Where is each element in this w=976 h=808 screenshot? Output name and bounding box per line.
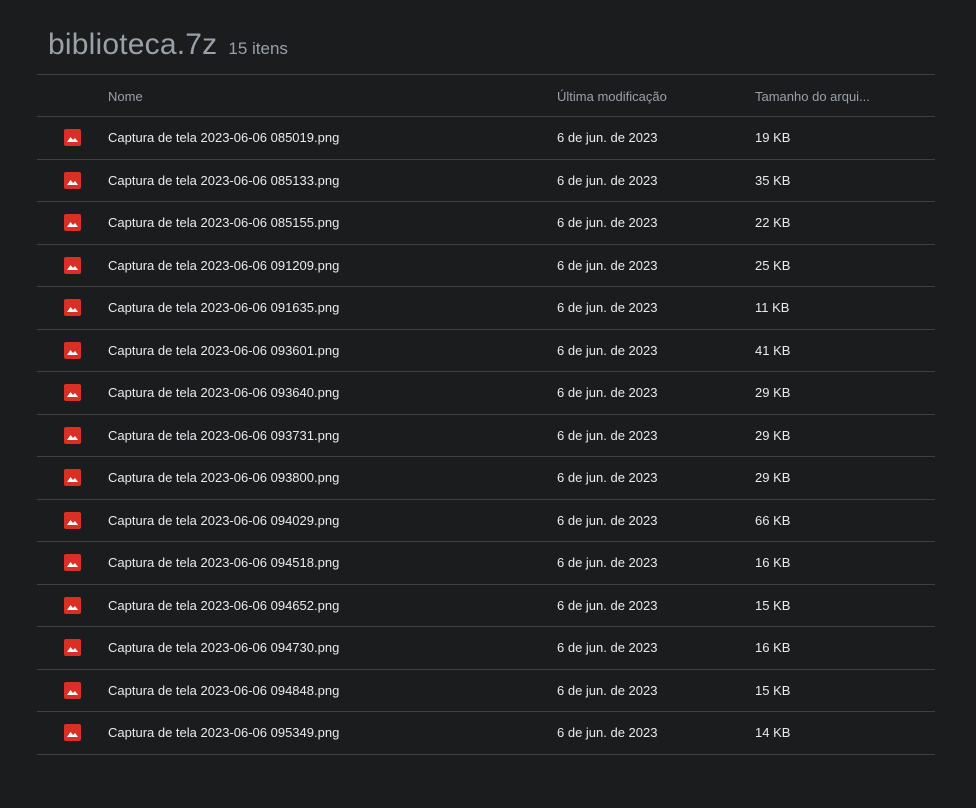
file-size: 25 KB (755, 257, 791, 273)
file-row[interactable]: Captura de tela 2023-06-06 093800.png 6 … (37, 457, 935, 500)
file-row[interactable]: Captura de tela 2023-06-06 095349.png 6 … (37, 712, 935, 755)
file-name: Captura de tela 2023-06-06 085019.png (108, 130, 340, 145)
file-size: 22 KB (755, 215, 791, 230)
file-modified: 6 de jun. de 2023 (557, 555, 658, 570)
file-size: 15 KB (755, 682, 791, 698)
archive-title: biblioteca.7z (48, 28, 218, 61)
file-name: Captura de tela 2023-06-06 091635.png (108, 300, 340, 315)
file-table: Nome Última modificação Tamanho do arqui… (37, 74, 935, 755)
file-size: 19 KB (755, 130, 791, 145)
file-size: 41 KB (755, 342, 791, 358)
file-size: 29 KB (755, 470, 791, 485)
file-row[interactable]: Captura de tela 2023-06-06 091635.png 6 … (37, 287, 935, 330)
column-header-name[interactable]: Nome (108, 89, 143, 104)
file-name: Captura de tela 2023-06-06 093640.png (108, 385, 340, 400)
file-name: Captura de tela 2023-06-06 094848.png (108, 682, 340, 698)
file-modified: 6 de jun. de 2023 (557, 725, 658, 740)
file-name: Captura de tela 2023-06-06 094029.png (108, 512, 340, 528)
image-file-icon (64, 426, 81, 444)
file-modified: 6 de jun. de 2023 (557, 342, 658, 358)
file-modified: 6 de jun. de 2023 (557, 682, 658, 698)
image-file-icon (64, 384, 81, 401)
image-file-icon (64, 256, 81, 274)
file-size: 16 KB (755, 640, 791, 655)
archive-viewer: biblioteca.7z 15 itens Nome Última modif… (0, 0, 976, 808)
file-name: Captura de tela 2023-06-06 094652.png (108, 597, 340, 613)
item-count: 15 itens (228, 39, 288, 58)
file-modified: 6 de jun. de 2023 (557, 385, 658, 400)
image-file-icon (64, 724, 81, 741)
image-file-icon (64, 299, 81, 316)
file-modified: 6 de jun. de 2023 (557, 257, 658, 273)
file-row[interactable]: Captura de tela 2023-06-06 091209.png 6 … (37, 245, 935, 287)
file-modified: 6 de jun. de 2023 (557, 300, 658, 315)
file-row[interactable]: Captura de tela 2023-06-06 093640.png 6 … (37, 372, 935, 415)
file-name: Captura de tela 2023-06-06 095349.png (108, 725, 340, 740)
file-size: 16 KB (755, 555, 791, 570)
file-row[interactable]: Captura de tela 2023-06-06 093731.png 6 … (37, 415, 935, 457)
image-file-icon (64, 341, 81, 359)
file-size: 15 KB (755, 597, 791, 613)
file-modified: 6 de jun. de 2023 (557, 172, 658, 188)
file-size: 14 KB (755, 725, 791, 740)
file-size: 35 KB (755, 172, 791, 188)
file-row[interactable]: Captura de tela 2023-06-06 094518.png 6 … (37, 542, 935, 585)
file-row[interactable]: Captura de tela 2023-06-06 094730.png 6 … (37, 627, 935, 670)
image-file-icon (64, 171, 81, 189)
file-name: Captura de tela 2023-06-06 093731.png (108, 427, 340, 443)
column-header-size[interactable]: Tamanho do arqui... (755, 89, 870, 104)
file-size: 29 KB (755, 427, 791, 443)
file-row[interactable]: Captura de tela 2023-06-06 085155.png 6 … (37, 202, 935, 245)
image-file-icon (64, 596, 81, 614)
table-header-row: Nome Última modificação Tamanho do arqui… (37, 74, 935, 117)
file-modified: 6 de jun. de 2023 (557, 512, 658, 528)
image-file-icon (64, 681, 81, 699)
archive-header: biblioteca.7z 15 itens (48, 28, 288, 68)
image-file-icon (64, 129, 81, 146)
file-list: Captura de tela 2023-06-06 085019.png 6 … (37, 117, 935, 755)
file-size: 66 KB (755, 512, 791, 528)
column-header-modified[interactable]: Última modificação (557, 89, 667, 104)
image-file-icon (64, 214, 81, 231)
file-row[interactable]: Captura de tela 2023-06-06 085133.png 6 … (37, 160, 935, 202)
file-name: Captura de tela 2023-06-06 085155.png (108, 215, 340, 230)
file-modified: 6 de jun. de 2023 (557, 427, 658, 443)
file-name: Captura de tela 2023-06-06 094518.png (108, 555, 340, 570)
file-size: 29 KB (755, 385, 791, 400)
file-name: Captura de tela 2023-06-06 093601.png (108, 342, 340, 358)
file-row[interactable]: Captura de tela 2023-06-06 093601.png 6 … (37, 330, 935, 372)
image-file-icon (64, 511, 81, 529)
file-row[interactable]: Captura de tela 2023-06-06 094848.png 6 … (37, 670, 935, 712)
file-modified: 6 de jun. de 2023 (557, 470, 658, 485)
file-name: Captura de tela 2023-06-06 093800.png (108, 470, 340, 485)
file-row[interactable]: Captura de tela 2023-06-06 094029.png 6 … (37, 500, 935, 542)
file-row[interactable]: Captura de tela 2023-06-06 094652.png 6 … (37, 585, 935, 627)
file-modified: 6 de jun. de 2023 (557, 597, 658, 613)
file-modified: 6 de jun. de 2023 (557, 215, 658, 230)
image-file-icon (64, 639, 81, 656)
file-name: Captura de tela 2023-06-06 091209.png (108, 257, 340, 273)
file-name: Captura de tela 2023-06-06 085133.png (108, 172, 340, 188)
file-size: 11 KB (755, 300, 790, 315)
image-file-icon (64, 554, 81, 571)
file-modified: 6 de jun. de 2023 (557, 130, 658, 145)
file-row[interactable]: Captura de tela 2023-06-06 085019.png 6 … (37, 117, 935, 160)
file-name: Captura de tela 2023-06-06 094730.png (108, 640, 340, 655)
file-modified: 6 de jun. de 2023 (557, 640, 658, 655)
image-file-icon (64, 469, 81, 486)
